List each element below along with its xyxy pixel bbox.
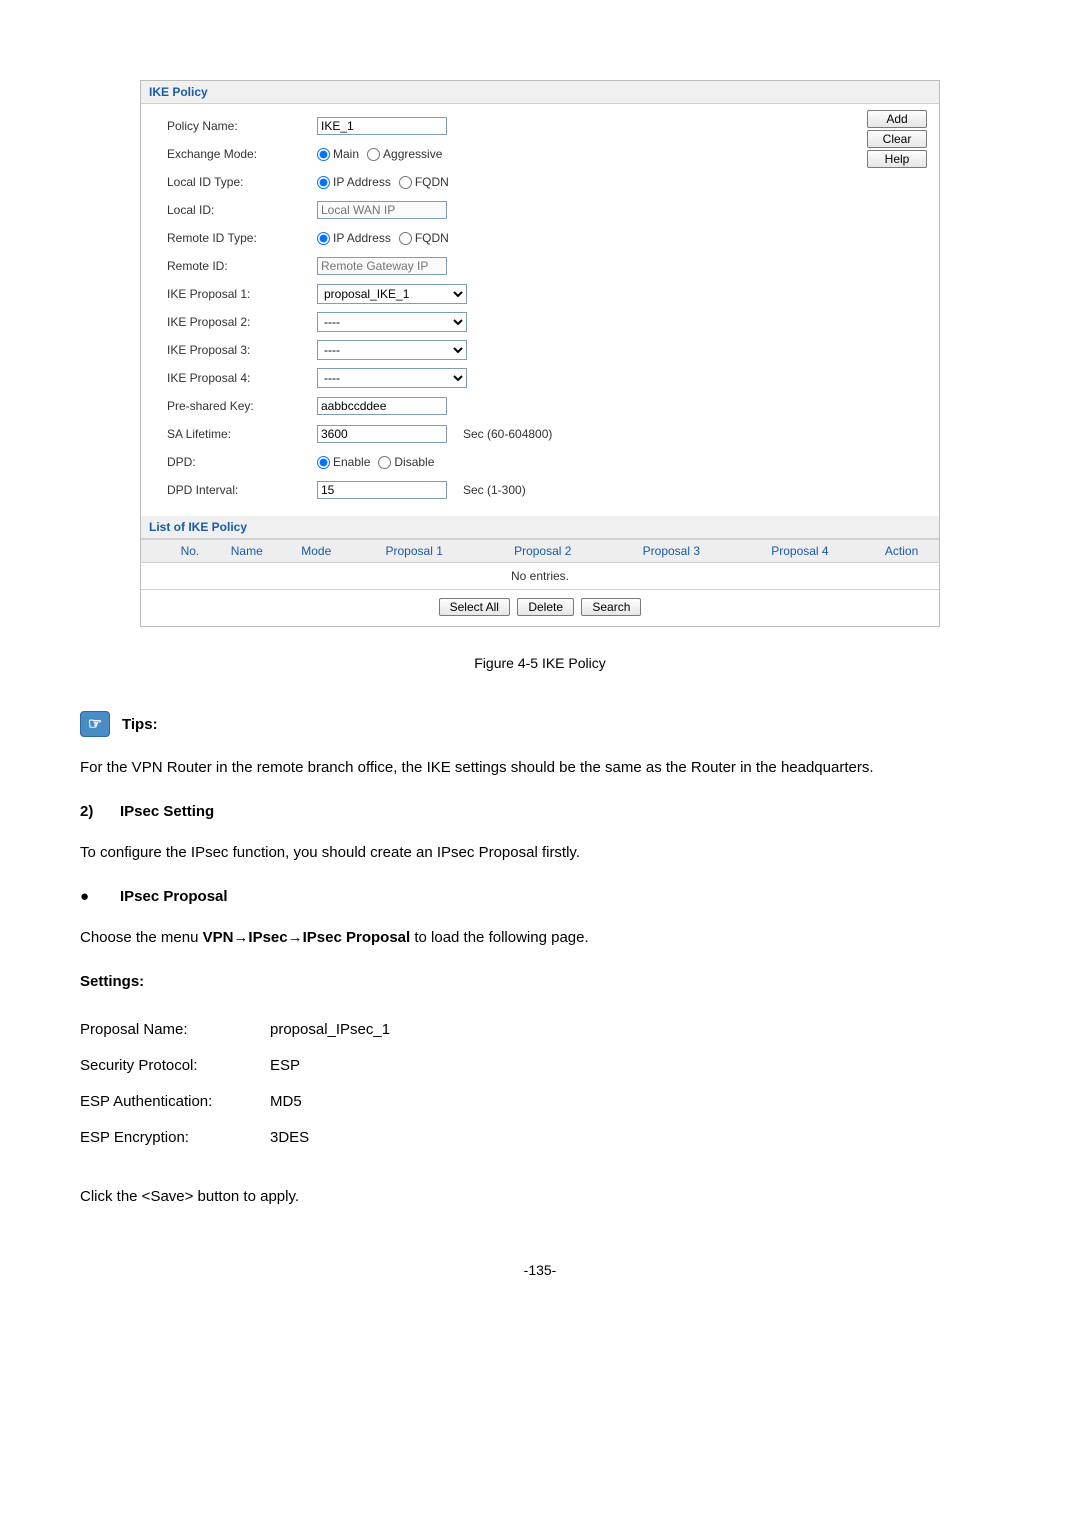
exchange-mode-main[interactable]: Main: [317, 147, 359, 161]
heading-text: IPsec Setting: [120, 803, 214, 820]
ike-policy-panel: IKE Policy Add Clear Help Policy Name: E…: [140, 80, 940, 627]
s-r4k: ESP Encryption:: [80, 1120, 270, 1156]
menu-line: Choose the menu VPN→IPsec→IPsec Proposal…: [80, 923, 1000, 953]
policy-name-label: Policy Name:: [167, 119, 317, 133]
add-button[interactable]: Add: [867, 110, 927, 128]
local-id-label: Local ID:: [167, 203, 317, 217]
local-id-type-ip-text: IP Address: [333, 175, 391, 189]
s-r3v: MD5: [270, 1084, 302, 1120]
tips-icon: ☞: [80, 711, 110, 737]
ike-p3-label: IKE Proposal 3:: [167, 343, 317, 357]
sa-life-label: SA Lifetime:: [167, 427, 317, 441]
ike-p3-select[interactable]: ----: [317, 340, 467, 360]
remote-id-type-ip[interactable]: IP Address: [317, 231, 391, 245]
menu-line-post: to load the following page.: [410, 929, 588, 946]
page-number: -135-: [80, 1262, 1000, 1278]
ike-p2-select[interactable]: ----: [317, 312, 467, 332]
s-r3k: ESP Authentication:: [80, 1084, 270, 1120]
settings-label: Settings:: [80, 973, 1000, 990]
remote-id-type-fqdn[interactable]: FQDN: [399, 231, 449, 245]
menu-line-pre: Choose the menu: [80, 929, 203, 946]
sa-life-unit: Sec (60-604800): [463, 427, 552, 441]
psk-input[interactable]: [317, 397, 447, 415]
policy-name-input[interactable]: [317, 117, 447, 135]
ipsec-setting-desc: To configure the IPsec function, you sho…: [80, 838, 1000, 868]
dpd-enable-text: Enable: [333, 455, 370, 469]
dpd-enable[interactable]: Enable: [317, 455, 370, 469]
apply-line: Click the <Save> button to apply.: [80, 1182, 1000, 1212]
heading-ipsec-setting: 2)IPsec Setting: [80, 803, 1000, 820]
s-r2v: ESP: [270, 1048, 300, 1084]
s-r1k: Proposal Name:: [80, 1012, 270, 1048]
exchange-mode-main-text: Main: [333, 147, 359, 161]
clear-button[interactable]: Clear: [867, 130, 927, 148]
dpd-int-input[interactable]: [317, 481, 447, 499]
table-button-row: Select All Delete Search: [141, 590, 939, 626]
ike-p1-select[interactable]: proposal_IKE_1: [317, 284, 467, 304]
ike-policy-form: Add Clear Help Policy Name: Exchange Mod…: [141, 104, 939, 516]
select-all-button[interactable]: Select All: [439, 598, 510, 616]
exchange-mode-aggressive-text: Aggressive: [383, 147, 442, 161]
th-p2: Proposal 2: [478, 540, 607, 563]
remote-id-input: [317, 257, 447, 275]
psk-label: Pre-shared Key:: [167, 399, 317, 413]
ike-policy-table: No. Name Mode Proposal 1 Proposal 2 Prop…: [141, 539, 939, 590]
bullet-dot: ●: [80, 888, 120, 905]
local-id-type-fqdn[interactable]: FQDN: [399, 175, 449, 189]
menu-line-bold: VPN→IPsec→IPsec Proposal: [203, 929, 411, 946]
local-id-type-label: Local ID Type:: [167, 175, 317, 189]
bullet-ipsec-proposal: ●IPsec Proposal: [80, 888, 1000, 905]
dpd-label: DPD:: [167, 455, 317, 469]
dpd-disable[interactable]: Disable: [378, 455, 434, 469]
tips-label: Tips:: [122, 716, 158, 733]
th-action: Action: [864, 540, 939, 563]
ike-p2-label: IKE Proposal 2:: [167, 315, 317, 329]
help-button[interactable]: Help: [867, 150, 927, 168]
ike-p4-select[interactable]: ----: [317, 368, 467, 388]
remote-id-type-ip-text: IP Address: [333, 231, 391, 245]
s-r1v: proposal_IPsec_1: [270, 1012, 390, 1048]
th-p1: Proposal 1: [350, 540, 479, 563]
list-title: List of IKE Policy: [141, 516, 939, 539]
bullet-text: IPsec Proposal: [120, 888, 228, 905]
s-r4v: 3DES: [270, 1120, 309, 1156]
settings-table: Proposal Name:proposal_IPsec_1 Security …: [80, 1012, 1000, 1156]
local-id-input: [317, 201, 447, 219]
th-p4: Proposal 4: [736, 540, 865, 563]
th-mode: Mode: [283, 540, 350, 563]
remote-id-type-label: Remote ID Type:: [167, 231, 317, 245]
heading-number: 2): [80, 803, 120, 820]
search-button[interactable]: Search: [581, 598, 641, 616]
side-button-group: Add Clear Help: [867, 110, 927, 168]
s-r2k: Security Protocol:: [80, 1048, 270, 1084]
th-name: Name: [211, 540, 283, 563]
dpd-int-unit: Sec (1-300): [463, 483, 526, 497]
th-no: No.: [169, 540, 211, 563]
table-empty-text: No entries.: [141, 563, 939, 590]
panel-title: IKE Policy: [141, 81, 939, 104]
dpd-int-label: DPD Interval:: [167, 483, 317, 497]
dpd-disable-text: Disable: [394, 455, 434, 469]
sa-life-input[interactable]: [317, 425, 447, 443]
exchange-mode-aggressive[interactable]: Aggressive: [367, 147, 442, 161]
ike-p1-label: IKE Proposal 1:: [167, 287, 317, 301]
exchange-mode-label: Exchange Mode:: [167, 147, 317, 161]
remote-id-type-fqdn-text: FQDN: [415, 231, 449, 245]
delete-button[interactable]: Delete: [517, 598, 574, 616]
tips-body: For the VPN Router in the remote branch …: [80, 753, 1000, 783]
figure-caption: Figure 4-5 IKE Policy: [80, 655, 1000, 671]
local-id-type-fqdn-text: FQDN: [415, 175, 449, 189]
ike-p4-label: IKE Proposal 4:: [167, 371, 317, 385]
remote-id-label: Remote ID:: [167, 259, 317, 273]
local-id-type-ip[interactable]: IP Address: [317, 175, 391, 189]
th-p3: Proposal 3: [607, 540, 736, 563]
